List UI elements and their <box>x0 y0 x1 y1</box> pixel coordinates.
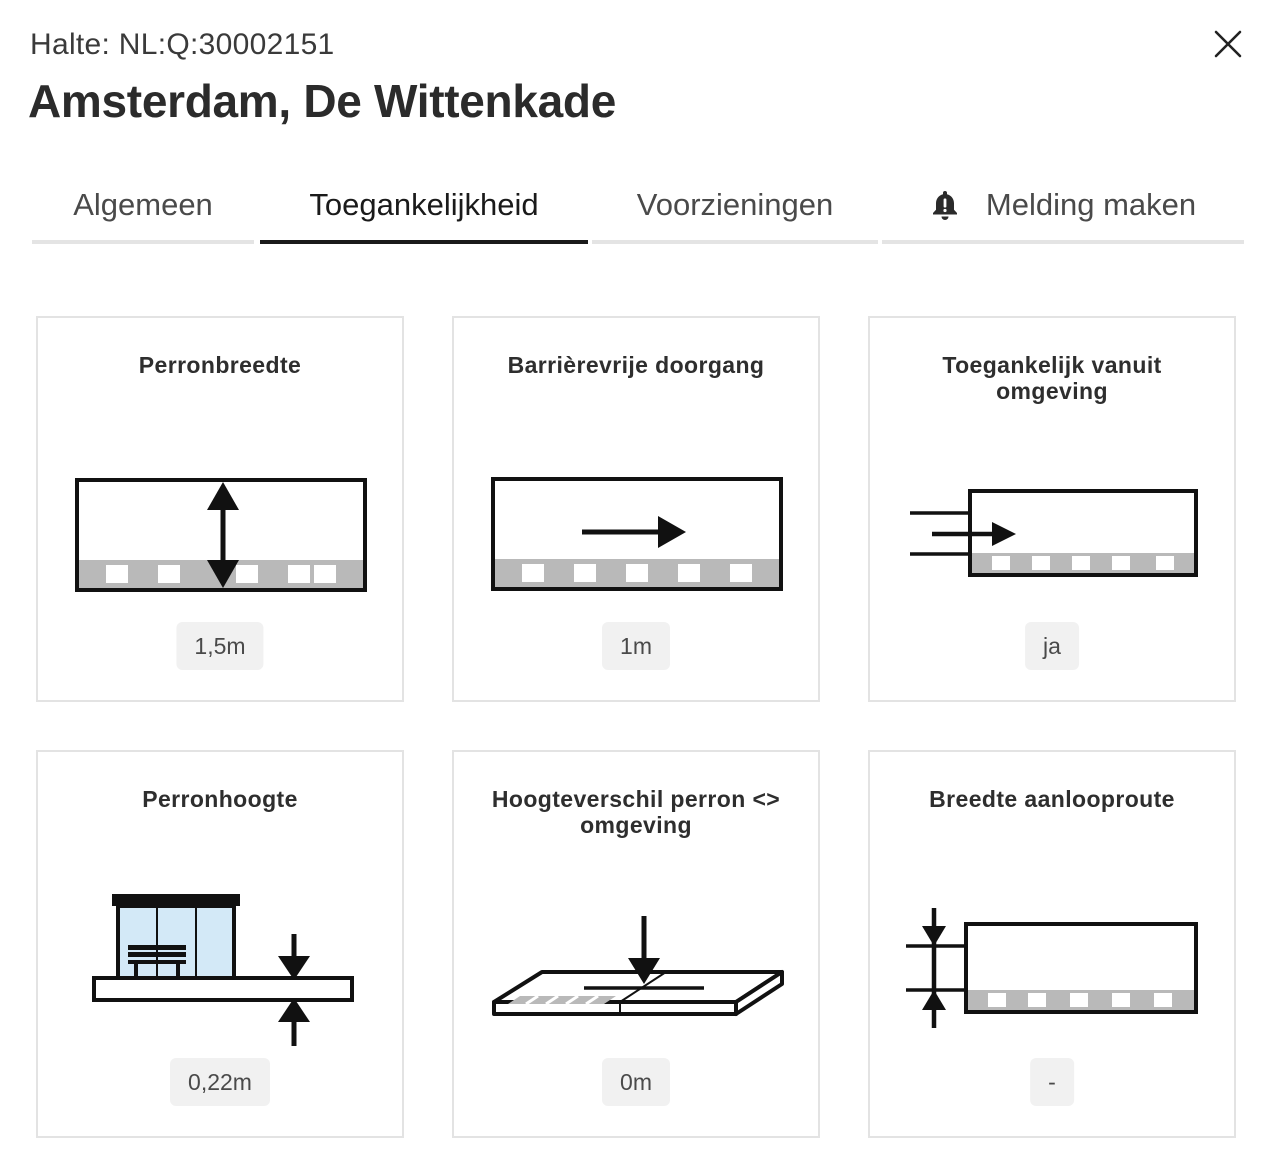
card-title: Perronbreedte <box>138 352 302 378</box>
card-title: Barrièrevrije doorgang <box>507 352 765 378</box>
card-title: Breedte aanlooproute <box>929 786 1175 812</box>
tab-label: Voorzieningen <box>636 187 834 222</box>
close-button[interactable] <box>1206 22 1250 66</box>
barrier-free-passage-icon <box>491 477 783 591</box>
close-icon <box>1214 30 1242 58</box>
tab-melding-maken[interactable]: Melding maken <box>882 170 1244 244</box>
accessible-from-surroundings-card: Toegankelijk vanuit omgeving ja <box>868 316 1236 702</box>
approach-route-width-icon <box>906 908 1198 1028</box>
tab-algemeen[interactable]: Algemeen <box>32 170 254 244</box>
card-title: Hoogteverschil perron <> omgeving <box>491 786 781 838</box>
tab-label: Algemeen <box>73 187 213 222</box>
bell-icon <box>930 189 960 221</box>
tab-toegankelijkheid[interactable]: Toegankelijkheid <box>260 170 588 244</box>
platform-width-card: Perronbreedte 1,5m <box>36 316 404 702</box>
platform-height-card: Perronhoogte 0,22m <box>36 750 404 1138</box>
platform-height-icon <box>92 894 354 1046</box>
card-title: Toegankelijk vanuit omgeving <box>942 352 1162 404</box>
card-title: Perronhoogte <box>142 786 298 812</box>
tab-label: Toegankelijkheid <box>309 187 539 222</box>
stop-code: Halte: NL:Q:30002151 <box>30 28 335 61</box>
card-value-badge: 1m <box>602 622 670 670</box>
tab-bar: Algemeen Toegankelijkheid Voorzieningen … <box>32 170 1244 246</box>
tab-label: Melding maken <box>985 187 1197 222</box>
card-value-badge: - <box>1030 1058 1074 1106</box>
card-value-badge: 0,22m <box>170 1058 270 1106</box>
platform-width-icon <box>75 478 367 592</box>
tab-voorzieningen[interactable]: Voorzieningen <box>592 170 878 244</box>
card-value-badge: ja <box>1025 622 1079 670</box>
card-value-badge: 1,5m <box>176 622 264 670</box>
barrier-free-passage-card: Barrièrevrije doorgang 1m <box>452 316 820 702</box>
height-difference-icon <box>492 916 784 1016</box>
height-difference-card: Hoogteverschil perron <> omgeving 0m <box>452 750 820 1138</box>
stop-name-title: Amsterdam, De Wittenkade <box>28 75 616 127</box>
accessible-from-surroundings-icon <box>910 489 1198 577</box>
approach-route-width-card: Breedte aanlooproute - <box>868 750 1236 1138</box>
card-value-badge: 0m <box>602 1058 670 1106</box>
